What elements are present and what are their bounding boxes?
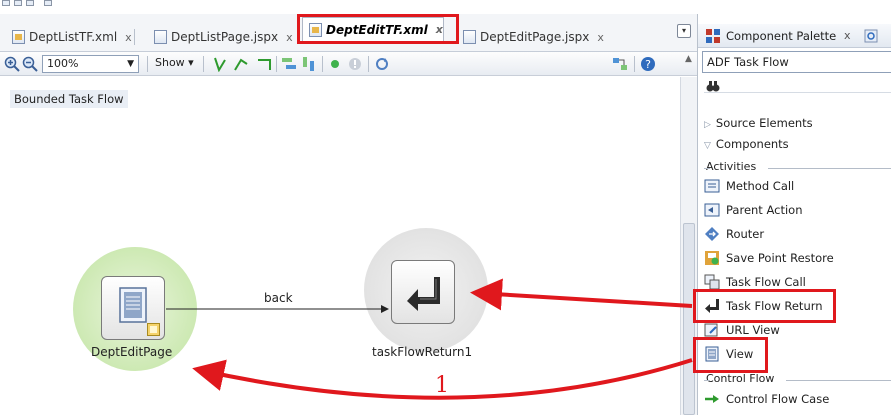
diagram-canvas[interactable] <box>0 77 680 415</box>
task-flow-return-icon <box>407 277 440 311</box>
tab-label: DeptListTF.xml <box>29 30 118 44</box>
zoom-level-select[interactable]: 100% ▼ <box>42 55 139 73</box>
control-flow-case-icon <box>705 395 719 403</box>
task-flow-return-node[interactable] <box>391 260 455 324</box>
help-icon[interactable]: ? <box>640 56 656 72</box>
palette-title: Component Palette <box>726 29 837 43</box>
connector-tool-icon[interactable] <box>212 56 228 72</box>
toolbar-icon[interactable] <box>2 0 10 6</box>
view-page-icon <box>119 287 147 323</box>
chevron-down-icon: ▼ <box>127 59 134 69</box>
save-point-restore-icon <box>705 251 719 265</box>
page-def-badge-icon <box>147 323 160 336</box>
layout-vertical-icon[interactable] <box>301 56 317 72</box>
zoom-in-icon[interactable] <box>4 56 20 72</box>
jspx-file-icon <box>463 30 476 44</box>
properties-tab-icon[interactable] <box>864 28 880 44</box>
collapse-triangle-icon: ▽ <box>704 141 711 151</box>
bounded-task-flow-label: Bounded Task Flow <box>10 90 128 108</box>
tab-depteditpage[interactable]: DeptEditPage.jspx x <box>457 26 604 48</box>
view-node-label: DeptEditPage <box>91 345 173 359</box>
close-tab-button[interactable]: x <box>286 31 293 44</box>
view-node[interactable] <box>101 276 165 340</box>
layout-horizontal-icon[interactable] <box>281 56 297 72</box>
scroll-up-icon[interactable]: ▲ <box>681 54 696 74</box>
info-icon[interactable] <box>347 56 363 72</box>
tab-label: DeptEditPage.jspx <box>480 30 590 44</box>
section-components[interactable]: ▽ Components <box>704 137 789 151</box>
palette-item-control-flow-case[interactable]: Control Flow Case <box>704 390 829 408</box>
toolbar-icon[interactable] <box>14 0 22 6</box>
refresh-diagram-icon[interactable] <box>374 56 390 72</box>
url-view-icon <box>704 323 718 337</box>
palette-item-method-call[interactable]: Method Call <box>704 177 794 195</box>
show-menu-button[interactable]: Show ▾ <box>155 56 194 69</box>
section-source-elements[interactable]: ▷ Source Elements <box>704 116 813 130</box>
zoom-out-icon[interactable] <box>22 56 38 72</box>
palette-item-save-point-restore[interactable]: Save Point Restore <box>704 249 834 267</box>
toolbar-icon[interactable] <box>26 0 34 6</box>
diagram-toolbar: 100% ▼ Show ▾ ? <box>0 52 697 76</box>
diagram-overview-icon[interactable] <box>612 56 628 72</box>
tab-label: DeptListPage.jspx <box>171 30 279 44</box>
close-palette-button[interactable]: x <box>844 29 851 42</box>
control-flow-label: back <box>264 291 293 305</box>
task-flow-call-icon <box>704 274 720 290</box>
router-icon <box>705 227 719 241</box>
svg-text:?: ? <box>645 58 651 71</box>
parent-action-icon <box>704 203 720 217</box>
orthogonal-line-icon[interactable] <box>256 56 272 72</box>
close-tab-button[interactable]: x <box>597 31 604 44</box>
highlight-view <box>693 337 768 373</box>
jspx-file-icon <box>154 30 167 44</box>
annotation-step-number: 1 <box>435 373 449 398</box>
xml-file-icon <box>12 30 25 44</box>
highlight-task-flow-return <box>693 289 836 323</box>
palette-page-select[interactable]: ADF Task Flow <box>702 51 891 73</box>
highlight-active-tab <box>297 14 459 44</box>
palette-item-parent-action[interactable]: Parent Action <box>704 201 803 219</box>
tab-deptlistpage[interactable]: DeptListPage.jspx x <box>148 26 293 48</box>
tab-deptlisttf[interactable]: DeptListTF.xml x <box>6 26 135 48</box>
palette-tab[interactable]: Component Palette x <box>698 24 891 48</box>
elbow-line-icon[interactable] <box>233 56 249 72</box>
return-node-label: taskFlowReturn1 <box>372 345 473 359</box>
breakpoint-icon[interactable] <box>327 56 343 72</box>
method-call-icon <box>704 179 720 193</box>
palette-item-router[interactable]: Router <box>704 225 764 243</box>
top-menu-strip <box>0 0 891 14</box>
binoculars-search-icon[interactable] <box>706 79 720 93</box>
expand-triangle-icon: ▷ <box>704 120 711 130</box>
zoom-value: 100% <box>47 57 79 70</box>
close-tab-button[interactable]: x <box>125 31 132 44</box>
toolbar-icon[interactable] <box>44 0 52 6</box>
tab-list-dropdown-icon[interactable]: ▾ <box>677 24 691 38</box>
palette-grid-icon <box>706 29 720 43</box>
